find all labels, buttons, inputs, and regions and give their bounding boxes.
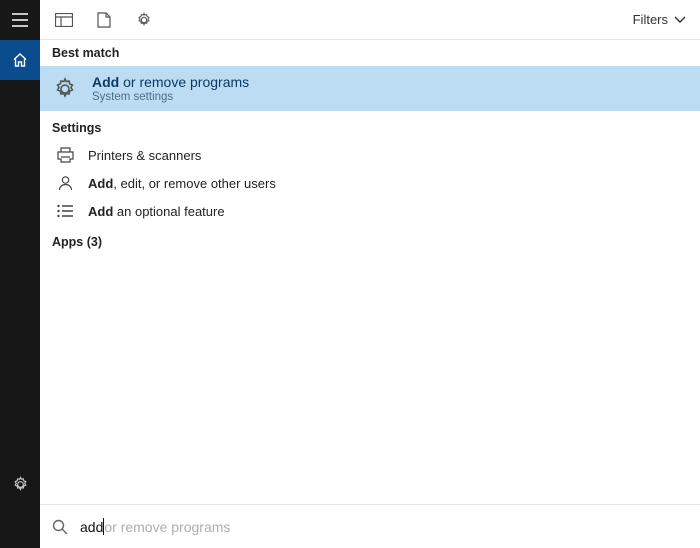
section-best-match: Best match	[40, 40, 700, 66]
list-icon	[57, 204, 73, 218]
person-icon	[58, 175, 73, 191]
search-input[interactable]: add or remove programs	[80, 518, 688, 535]
scope-documents-button[interactable]	[84, 1, 124, 39]
results-area: Best match Add or remove programs System…	[40, 40, 700, 504]
scope-settings-button[interactable]	[124, 1, 164, 39]
hamburger-icon	[12, 13, 28, 27]
result-printers-scanners[interactable]: Printers & scanners	[40, 141, 700, 169]
window-icon	[55, 13, 73, 27]
search-typed-text: add	[80, 519, 103, 535]
search-ghost-text: or remove programs	[104, 519, 230, 535]
search-bar[interactable]: add or remove programs	[40, 504, 700, 548]
result-title: Add or remove programs	[92, 74, 249, 90]
result-add-remove-programs[interactable]: Add or remove programs System settings	[40, 66, 700, 111]
section-apps: Apps (3)	[40, 225, 700, 255]
gear-icon	[53, 77, 77, 101]
gear-icon	[12, 476, 29, 493]
result-title: Add an optional feature	[88, 204, 225, 219]
topbar: Filters	[40, 0, 700, 40]
filters-label: Filters	[633, 12, 668, 27]
result-add-optional-feature[interactable]: Add an optional feature	[40, 197, 700, 225]
home-icon	[12, 52, 28, 68]
sidebar-hamburger[interactable]	[0, 0, 40, 40]
result-title: Printers & scanners	[88, 148, 201, 163]
result-add-users[interactable]: Add, edit, or remove other users	[40, 169, 700, 197]
scope-apps-button[interactable]	[44, 1, 84, 39]
printer-icon	[57, 147, 74, 163]
sidebar-settings[interactable]	[0, 464, 40, 504]
chevron-down-icon	[674, 16, 686, 24]
search-panel: Filters Best match Add or remove program…	[40, 0, 700, 548]
document-icon	[97, 12, 111, 28]
sidebar-home[interactable]	[0, 40, 40, 80]
section-settings: Settings	[40, 111, 700, 141]
filters-button[interactable]: Filters	[633, 12, 692, 27]
gear-icon	[136, 12, 152, 28]
result-subtitle: System settings	[92, 91, 249, 103]
cortana-sidebar	[0, 0, 40, 548]
search-icon	[52, 519, 68, 535]
result-title: Add, edit, or remove other users	[88, 176, 276, 191]
